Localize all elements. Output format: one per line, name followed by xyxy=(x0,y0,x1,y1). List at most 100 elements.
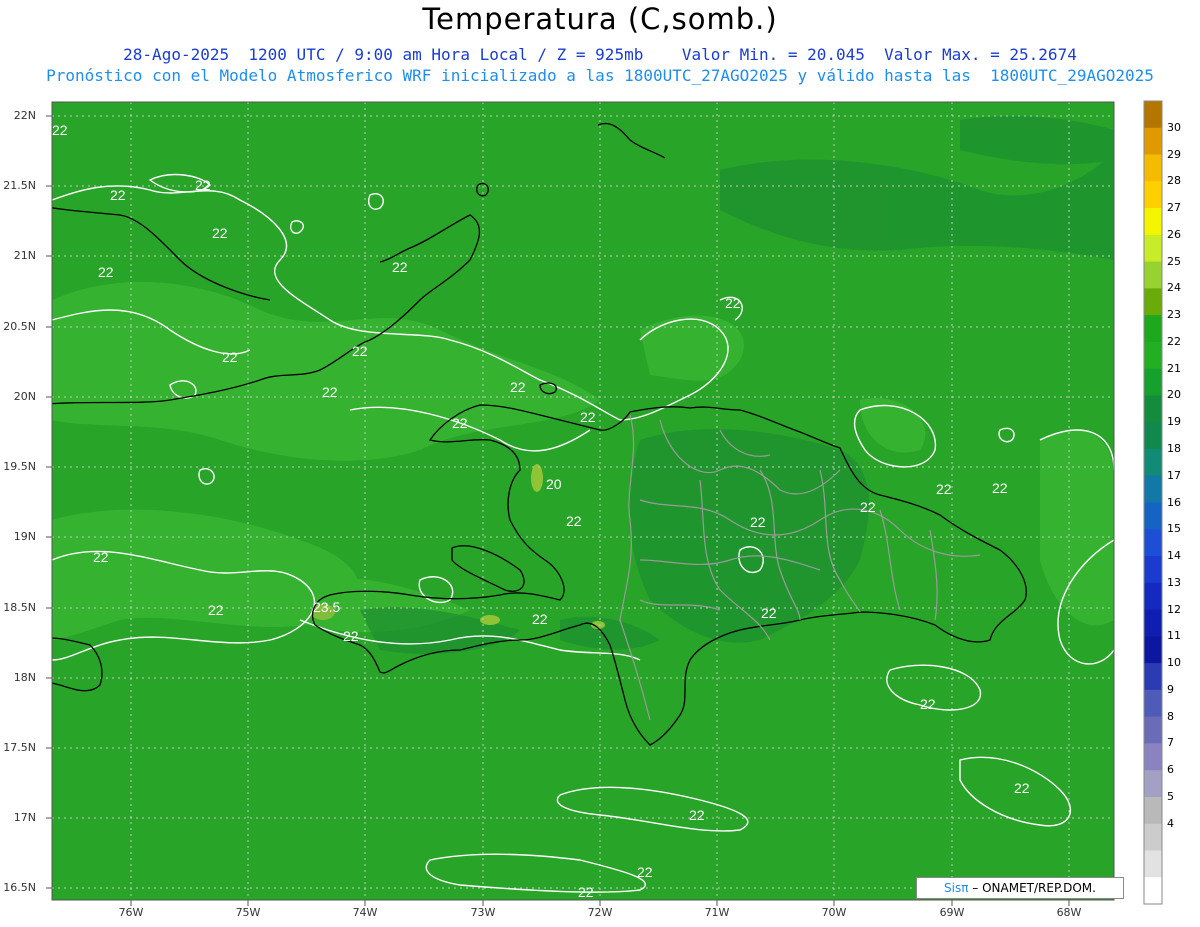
colorbar-label: 19 xyxy=(1167,415,1181,429)
lat-label: 21.5N xyxy=(3,179,36,192)
contour-label: 22 xyxy=(212,225,228,241)
colorbar-label: 9 xyxy=(1167,682,1174,696)
lat-label: 20.5N xyxy=(3,320,36,333)
colorbar-label: 26 xyxy=(1167,227,1181,241)
colorbar-swatch xyxy=(1144,475,1162,503)
contour-label: 22 xyxy=(110,187,126,203)
colorbar-label: 23 xyxy=(1167,308,1181,322)
colorbar-swatch xyxy=(1144,850,1162,878)
colorbar-label: 8 xyxy=(1167,709,1174,723)
lon-label: 73W xyxy=(470,906,496,919)
lat-label: 17.5N xyxy=(3,741,36,754)
credit-org: – ONAMET/REP.DOM. xyxy=(972,881,1096,895)
colorbar-swatch xyxy=(1144,395,1162,423)
contour-label: 22 xyxy=(510,379,526,395)
lat-label: 21N xyxy=(13,249,36,262)
lat-label: 19N xyxy=(13,530,36,543)
contour-label: 22 xyxy=(322,384,338,400)
colorbar-label: 30 xyxy=(1167,120,1181,134)
colorbar-swatch xyxy=(1144,716,1162,744)
lon-label: 71W xyxy=(704,906,730,919)
colorbar-label: 11 xyxy=(1167,629,1181,643)
credit-box: Sisπ – ONAMET/REP.DOM. xyxy=(916,877,1124,899)
contour-label: 22 xyxy=(566,513,582,529)
contour-label: 22 xyxy=(98,264,114,280)
contour-label: 22 xyxy=(1014,780,1030,796)
temperature-map: 22 22 22 22 22 22 22 22 22 22 22 22 22 2… xyxy=(46,100,1163,906)
contour-label: 22 xyxy=(452,415,468,431)
contour-label: 22 xyxy=(195,177,211,193)
contour-label: 22 xyxy=(637,864,653,880)
colorbar-swatch xyxy=(1144,315,1162,343)
colorbar-label: 7 xyxy=(1167,736,1174,750)
colorbar-swatch xyxy=(1144,154,1162,182)
colorbar-swatch xyxy=(1144,448,1162,477)
contour-label: 22 xyxy=(761,605,777,621)
colorbar-swatch xyxy=(1144,823,1162,851)
colorbar-swatch xyxy=(1144,529,1162,557)
colorbar-label: 17 xyxy=(1167,468,1181,482)
contour-label: 22 xyxy=(860,499,876,515)
contour-label: 23.5 xyxy=(313,599,340,615)
colorbar-label: 12 xyxy=(1167,602,1181,616)
colorbar-swatch xyxy=(1144,877,1162,905)
colorbar-swatch xyxy=(1144,101,1162,129)
colorbar-swatch xyxy=(1144,796,1162,825)
colorbar-label: 13 xyxy=(1167,575,1181,589)
hotspot xyxy=(531,464,543,492)
colorbar-swatch xyxy=(1144,368,1162,396)
lat-label: 19.5N xyxy=(3,460,36,473)
contour-label: 22 xyxy=(352,343,368,359)
contour-label: 22 xyxy=(750,514,766,530)
colorbar-label: 24 xyxy=(1167,281,1181,295)
contour-label: 22 xyxy=(992,480,1008,496)
lon-label: 74W xyxy=(352,906,378,919)
colorbar-swatch xyxy=(1144,743,1162,771)
lon-label: 69W xyxy=(939,906,965,919)
lon-label: 75W xyxy=(235,906,261,919)
lat-label: 17N xyxy=(13,811,36,824)
colorbar-swatch xyxy=(1144,556,1162,584)
colorbar-label: 28 xyxy=(1167,174,1181,188)
colorbar-label: 20 xyxy=(1167,388,1181,402)
contour-label: 22 xyxy=(689,807,705,823)
contour-label: 22 xyxy=(920,696,936,712)
credit-system: Sisπ xyxy=(944,881,969,895)
lat-label: 18N xyxy=(13,671,36,684)
colorbar-swatch xyxy=(1144,770,1162,798)
contour-label: 22 xyxy=(392,259,408,275)
contour-label: 20 xyxy=(546,476,562,492)
contour-label: 22 xyxy=(208,602,224,618)
colorbar-label: 27 xyxy=(1167,201,1181,215)
lat-label: 22N xyxy=(13,109,36,122)
colorbar-label: 21 xyxy=(1167,361,1181,375)
colorbar-swatch xyxy=(1144,582,1162,611)
contour-label: 22 xyxy=(52,122,68,138)
colorbar-swatch xyxy=(1144,609,1162,637)
colorbar-label: 16 xyxy=(1167,495,1181,509)
lon-label: 70W xyxy=(821,906,847,919)
colorbar-label: 22 xyxy=(1167,334,1181,348)
colorbar-swatch xyxy=(1144,181,1162,209)
colorbar-label: 18 xyxy=(1167,441,1181,455)
colorbar-label: 14 xyxy=(1167,549,1181,563)
contour-label: 22 xyxy=(93,549,109,565)
lat-label: 18.5N xyxy=(3,601,36,614)
lon-label: 76W xyxy=(118,906,144,919)
lon-label: 72W xyxy=(587,906,613,919)
contour-label: 22 xyxy=(580,409,596,425)
colorbar-label: 5 xyxy=(1167,789,1174,803)
lat-label: 20N xyxy=(13,390,36,403)
lat-label: 16.5N xyxy=(3,881,36,894)
colorbar-label: 10 xyxy=(1167,656,1181,670)
colorbar-swatch xyxy=(1144,689,1162,718)
contour-label: 22 xyxy=(532,611,548,627)
colorbar-swatch xyxy=(1144,288,1162,316)
colorbar-swatch xyxy=(1144,341,1162,370)
lon-label: 68W xyxy=(1056,906,1082,919)
colorbar-swatch xyxy=(1144,663,1162,691)
colorbar-label: 15 xyxy=(1167,522,1181,536)
colorbar-label: 4 xyxy=(1167,816,1174,830)
colorbar-label: 25 xyxy=(1167,254,1181,268)
colorbar-swatch xyxy=(1144,234,1162,263)
